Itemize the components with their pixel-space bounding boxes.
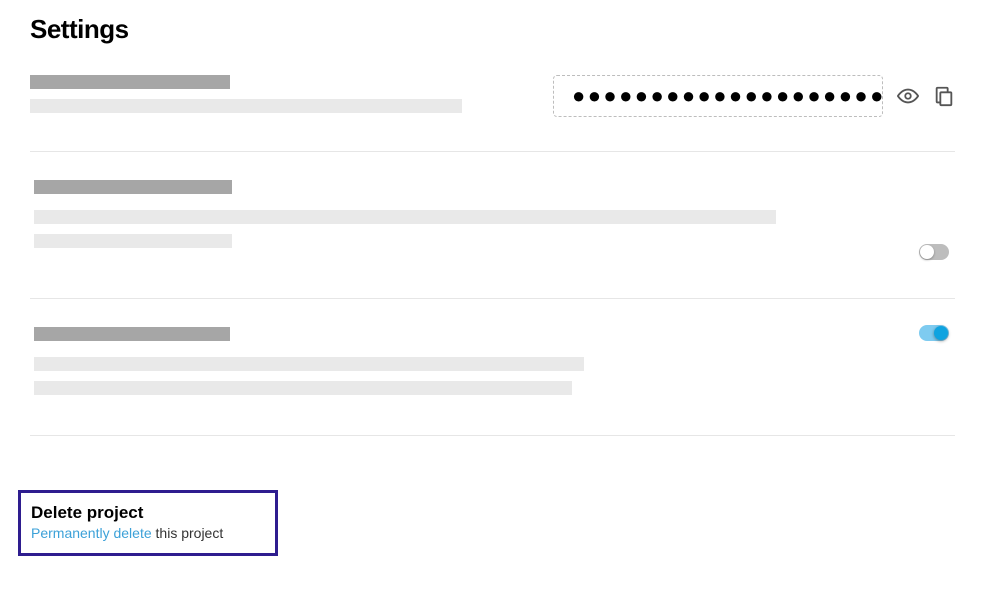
settings-section-toggle-1 xyxy=(30,152,955,299)
toggle-knob xyxy=(934,326,948,340)
permanently-delete-link[interactable]: Permanently delete xyxy=(31,525,152,541)
page-title: Settings xyxy=(30,14,955,45)
placeholder-desc xyxy=(34,357,584,371)
toggle-switch[interactable] xyxy=(919,325,949,341)
settings-section-toggle-2 xyxy=(30,299,955,436)
delete-project-suffix: this project xyxy=(152,525,224,541)
placeholder-desc xyxy=(34,381,572,395)
delete-project-title: Delete project xyxy=(31,503,263,523)
delete-project-subtitle: Permanently delete this project xyxy=(31,525,263,541)
toggle-knob xyxy=(920,245,934,259)
placeholder-desc xyxy=(30,99,462,113)
copy-icon[interactable] xyxy=(933,85,955,107)
toggle-switch[interactable] xyxy=(919,244,949,260)
secret-value: ●●●●●●●●●●●●●●●●●●●●●●●●●●●●●●●●●● xyxy=(553,75,883,117)
placeholder-desc xyxy=(34,234,232,248)
placeholder-label xyxy=(34,180,232,194)
delete-project-box: Delete project Permanently delete this p… xyxy=(18,490,278,556)
eye-icon[interactable] xyxy=(897,85,919,107)
placeholder-label xyxy=(34,327,230,341)
placeholder-label xyxy=(30,75,230,89)
settings-section-secret: ●●●●●●●●●●●●●●●●●●●●●●●●●●●●●●●●●● xyxy=(30,75,955,152)
placeholder-desc xyxy=(34,210,776,224)
